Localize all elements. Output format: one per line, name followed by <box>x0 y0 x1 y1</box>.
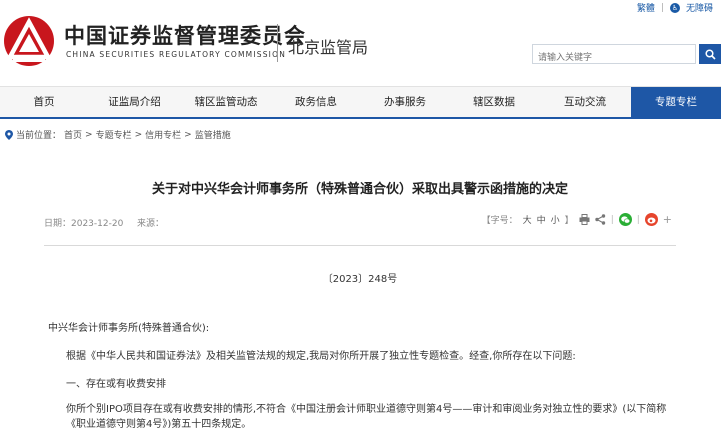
nav-item-about[interactable]: 证监局介绍 <box>88 87 181 117</box>
nav-item-home[interactable]: 首页 <box>0 87 88 117</box>
breadcrumb: 当前位置： 首页 > 专题专栏 > 信用专栏 > 监管措施 <box>5 128 231 141</box>
location-pin-icon <box>5 129 13 140</box>
print-icon[interactable] <box>579 214 590 225</box>
article-tools: 【字号： 大 中 小 】 | | + <box>482 213 672 226</box>
more-share-icon[interactable]: + <box>663 213 672 226</box>
top-links-separator: | <box>660 2 664 13</box>
document-number: 〔2023〕248号 <box>322 274 398 285</box>
breadcrumb-prefix: 当前位置： <box>16 131 62 141</box>
nav-item-interaction[interactable]: 互动交流 <box>539 87 631 117</box>
weibo-share-icon[interactable] <box>644 213 658 226</box>
share-icon[interactable] <box>594 214 606 225</box>
font-size-medium[interactable]: 中 <box>537 213 546 226</box>
article-paragraph: 中兴华会计师事务所(特殊普通合伙): <box>48 323 210 334</box>
search-box <box>532 44 696 67</box>
search-icon <box>704 48 716 60</box>
title-divider <box>44 245 676 246</box>
tools-separator: | <box>610 214 614 225</box>
org-name-cn[interactable]: 中国证券监督管理委员会 <box>64 20 306 50</box>
nav-item-supervision-news[interactable]: 辖区监管动态 <box>181 87 271 117</box>
breadcrumb-separator: > <box>85 129 93 140</box>
font-size-label: 【字号： <box>481 216 518 226</box>
breadcrumb-item-credit[interactable]: 信用专栏 <box>145 128 181 141</box>
article-source: 来源： <box>137 219 165 229</box>
article-date: 日期：2023-12-20 <box>44 219 124 229</box>
nav-item-special-topics[interactable]: 专题专栏 <box>631 87 721 117</box>
site-header: 繁體 | ♿ 无障碍 中国证券监督管理委员会 CHINA SECURITIES … <box>0 0 721 86</box>
font-size-close: 】 <box>564 216 574 226</box>
breadcrumb-separator: > <box>184 129 192 140</box>
accessibility-icon[interactable]: ♿ <box>669 2 680 13</box>
article-paragraph: 你所个别IPO项目存在或有收费安排的情形,不符合《中国注册会计师职业道德守则第4… <box>66 404 667 428</box>
csrc-logo-icon[interactable] <box>3 15 55 67</box>
breadcrumb-item-special-topics[interactable]: 专题专栏 <box>96 128 132 141</box>
tools-separator: | <box>636 214 640 225</box>
wechat-bubbles-icon <box>620 215 630 223</box>
breadcrumb-item-measures[interactable]: 监管措施 <box>195 128 231 141</box>
article-paragraph: 一、存在或有收费安排 <box>66 379 166 390</box>
article-meta: 日期：2023-12-20 来源： 【字号： 大 中 小 】 | | + <box>44 213 676 233</box>
wechat-share-icon[interactable] <box>618 213 632 226</box>
top-links: 繁體 | ♿ 无障碍 <box>637 1 713 14</box>
main-nav: 首页 证监局介绍 辖区监管动态 政务信息 办事服务 辖区数据 互动交流 专题专栏 <box>0 86 721 119</box>
breadcrumb-item-home[interactable]: 首页 <box>64 128 82 141</box>
accessibility-link[interactable]: 无障碍 <box>686 1 713 14</box>
header-divider <box>277 24 278 62</box>
traditional-chinese-link[interactable]: 繁體 <box>637 1 655 14</box>
nav-item-government-info[interactable]: 政务信息 <box>271 87 361 117</box>
search-input[interactable] <box>533 49 695 67</box>
font-size-large[interactable]: 大 <box>523 213 532 226</box>
weibo-eye-icon <box>647 217 656 223</box>
nav-item-regional-data[interactable]: 辖区数据 <box>449 87 539 117</box>
breadcrumb-separator: > <box>134 129 143 140</box>
article-title: 关于对中兴华会计师事务所（特殊普通合伙）采取出具警示函措施的决定 <box>151 182 568 197</box>
org-name-en: CHINA SECURITIES REGULATORY COMMISSION <box>66 50 287 59</box>
search-button[interactable] <box>699 44 721 64</box>
font-size-small[interactable]: 小 <box>551 213 560 226</box>
nav-item-services[interactable]: 办事服务 <box>361 87 449 117</box>
bureau-name: 北京监管局 <box>288 38 369 57</box>
article-paragraph: 根据《中华人民共和国证券法》及相关监管法规的规定,我局对你所开展了独立性专题检查… <box>66 351 576 362</box>
